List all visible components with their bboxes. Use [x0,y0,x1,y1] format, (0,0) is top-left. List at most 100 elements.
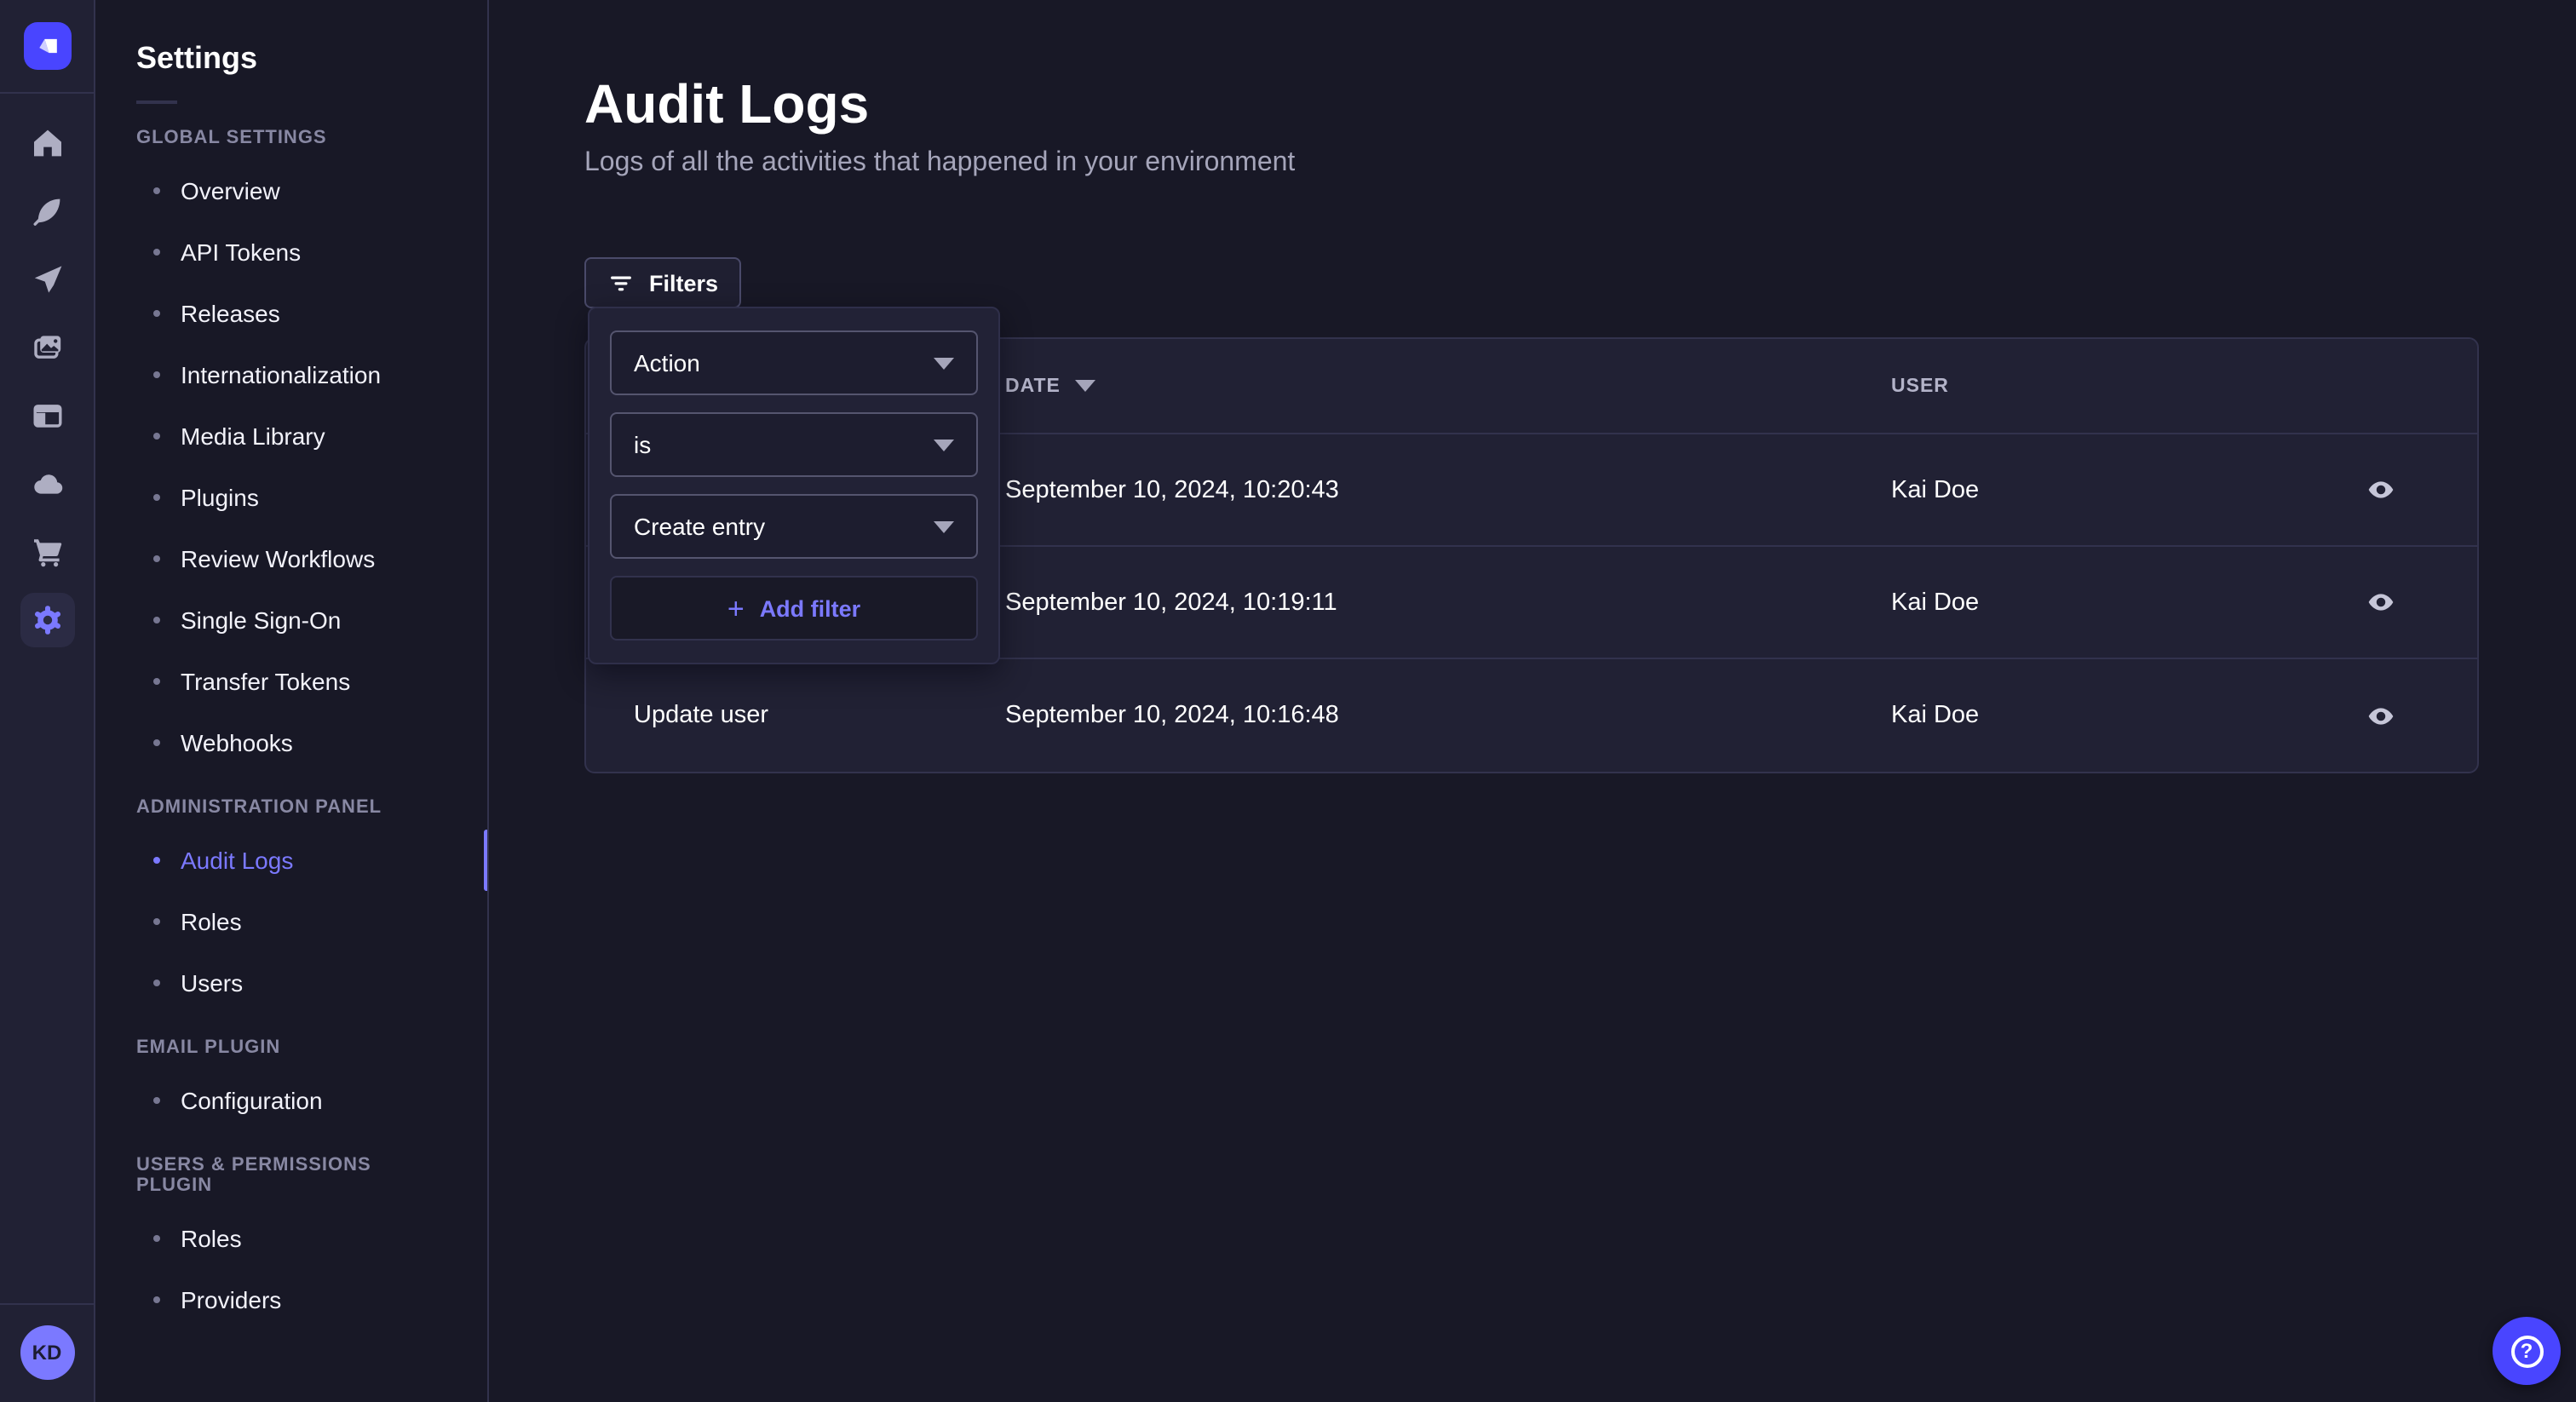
page-title: Audit Logs [584,72,2576,136]
settings-subnav: Settings GLOBAL SETTINGS Overview API Toke… [95,0,489,1402]
view-details-button[interactable] [2356,466,2404,514]
table-header-user: USER [1891,376,2283,396]
help-button[interactable]: ? [2493,1317,2561,1385]
subnav-item-media-library[interactable]: Media Library [95,405,487,467]
subnav-item-plugins[interactable]: Plugins [95,467,487,528]
filter-icon [607,268,635,297]
bullet-icon [153,678,160,685]
cloud-icon[interactable] [20,457,74,511]
subnav-item-overview[interactable]: Overview [95,160,487,221]
subnav-item-api-tokens[interactable]: API Tokens [95,221,487,283]
subnav-item-roles[interactable]: Roles [95,891,487,952]
subnav-item-label: Transfer Tokens [181,668,350,695]
cell-user: Kai Doe [1891,589,2283,616]
subnav-sections: GLOBAL SETTINGS Overview API Tokens Release… [95,128,487,1330]
help-icon: ? [2510,1335,2543,1367]
send-icon[interactable] [20,252,74,307]
bullet-icon [153,371,160,378]
subnav-item-internationalization[interactable]: Internationalization [95,344,487,405]
bullet-icon [153,980,160,986]
page-subtitle: Logs of all the activities that happened… [584,147,2576,179]
view-details-button[interactable] [2356,578,2404,626]
bullet-icon [153,433,160,440]
marketplace-cart-icon[interactable] [20,525,74,579]
bullet-icon [153,1097,160,1104]
rail-nav [20,116,74,647]
subnav-item-label: Single Sign-On [181,606,341,634]
subnav-title-rule [136,101,177,104]
filters-popover: Action is Create entry + Add filter [588,307,1000,664]
subnav-item-label: Users [181,969,243,997]
subnav-item-label: Overview [181,177,280,204]
subnav-section-label: ADMINISTRATION PANEL [136,797,446,818]
subnav-item-label: Roles [181,1225,242,1252]
add-filter-button[interactable]: + Add filter [610,576,978,641]
cell-view [2283,692,2477,739]
cell-user: Kai Doe [1891,476,2283,503]
cell-date: September 10, 2024, 10:16:48 [1005,702,1891,729]
subnav-item-webhooks[interactable]: Webhooks [95,712,487,773]
eye-icon [2366,588,2395,617]
subnav-item-label: Internationalization [181,361,381,388]
subnav-section-label: USERS & PERMISSIONS PLUGIN [136,1155,446,1196]
filter-value-value: Create entry [634,513,765,540]
main-content: Audit Logs Logs of all the activities th… [489,0,2576,1402]
cell-date: September 10, 2024, 10:20:43 [1005,476,1891,503]
filter-operator-select[interactable]: is [610,412,978,477]
table-row[interactable]: Update userSeptember 10, 2024, 10:16:48K… [586,659,2477,772]
subnav-item-label: Review Workflows [181,545,375,572]
subnav-item-label: Media Library [181,422,325,450]
subnav-section-label: GLOBAL SETTINGS [136,128,446,148]
strapi-logo-glyph [32,31,62,61]
rail-bottom: KD [0,1303,95,1402]
subnav-item-transfer-tokens[interactable]: Transfer Tokens [95,651,487,712]
bullet-icon [153,739,160,746]
chevron-down-icon [934,357,954,369]
bullet-icon [153,617,160,623]
sort-desc-icon [1076,380,1096,392]
subnav-item-roles[interactable]: Roles [95,1208,487,1269]
strapi-logo[interactable] [23,22,71,70]
add-filter-label: Add filter [760,595,861,621]
subnav-item-providers[interactable]: Providers [95,1269,487,1330]
filter-field-select[interactable]: Action [610,330,978,395]
cell-user: Kai Doe [1891,702,2283,729]
eye-icon [2366,475,2395,504]
layout-icon[interactable] [20,388,74,443]
cell-date: September 10, 2024, 10:19:11 [1005,589,1891,616]
rail-bottom-divider [0,1303,95,1305]
media-library-icon[interactable] [20,320,74,375]
settings-gear-icon[interactable] [20,593,74,647]
subnav-item-review-workflows[interactable]: Review Workflows [95,528,487,589]
subnav-section-label: EMAIL PLUGIN [136,1037,446,1058]
subnav-item-single-sign-on[interactable]: Single Sign-On [95,589,487,651]
app-window: KD Settings GLOBAL SETTINGS Overview API T… [0,0,2576,1402]
bullet-icon [153,857,160,864]
subnav-item-label: Providers [181,1286,281,1313]
subnav-item-audit-logs[interactable]: Audit Logs [95,830,487,891]
user-header-label: USER [1891,376,1949,396]
subnav-item-users[interactable]: Users [95,952,487,1014]
bullet-icon [153,249,160,256]
eye-icon [2366,701,2395,730]
nav-rail: KD [0,0,95,1402]
filters-button[interactable]: Filters [584,257,740,308]
table-header-date[interactable]: DATE [1005,376,1891,396]
subnav-item-releases[interactable]: Releases [95,283,487,344]
chevron-down-icon [934,439,954,451]
filter-field-value: Action [634,349,700,376]
subnav-item-label: Releases [181,300,280,327]
plus-icon: + [727,594,745,623]
filter-operator-value: is [634,431,651,458]
rail-divider [0,92,95,94]
bullet-icon [153,1235,160,1242]
user-avatar[interactable]: KD [20,1325,74,1380]
feather-icon[interactable] [20,184,74,238]
home-icon[interactable] [20,116,74,170]
subnav-item-label: Webhooks [181,729,293,756]
view-details-button[interactable] [2356,692,2404,739]
subnav-item-label: Plugins [181,484,259,511]
filter-value-select[interactable]: Create entry [610,494,978,559]
subnav-title: Settings [136,41,446,77]
subnav-item-configuration[interactable]: Configuration [95,1070,487,1131]
